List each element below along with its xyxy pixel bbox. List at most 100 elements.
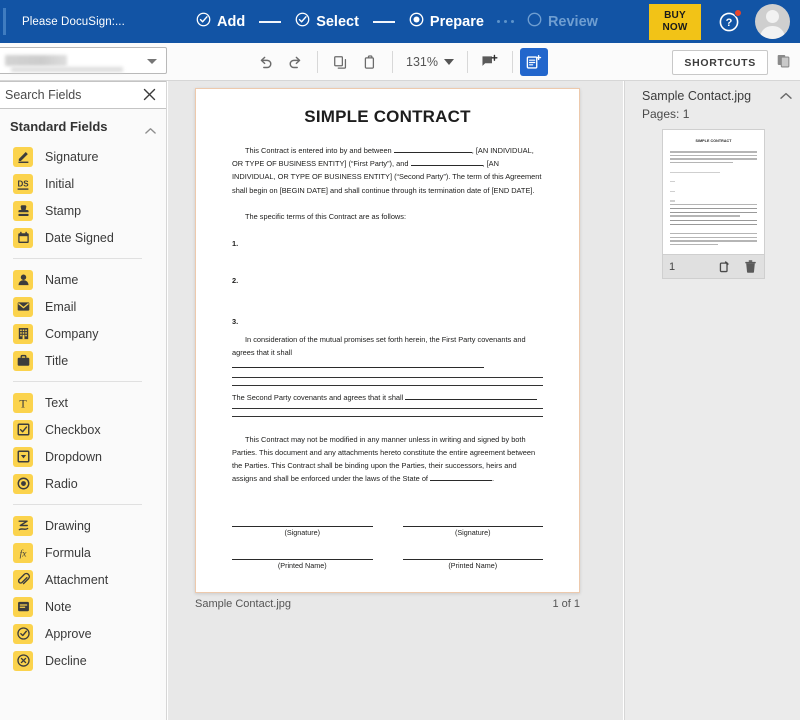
field-item-dropdown[interactable]: Dropdown xyxy=(0,443,155,470)
printed-name-caption: (Printed Name) xyxy=(277,560,327,570)
step-add[interactable]: Add xyxy=(196,12,245,31)
field-group-divider xyxy=(13,381,142,382)
field-item-drawing[interactable]: Drawing xyxy=(0,512,155,539)
search-input[interactable] xyxy=(5,88,135,102)
thumbnail-panel: Sample Contact.jpg Pages: 1 SIMPLE CONTR… xyxy=(624,81,800,720)
step-connector-2 xyxy=(372,20,395,23)
copy-button[interactable] xyxy=(325,47,355,77)
second-party-text: The Second Party covenants and agrees th… xyxy=(232,392,404,402)
check-circle-icon xyxy=(196,12,211,31)
step-review[interactable]: Review xyxy=(527,12,598,31)
building-icon xyxy=(13,323,33,344)
page-thumbnail[interactable]: SIMPLE CONTRACT xyxy=(662,129,765,255)
field-item-formula[interactable]: fx Formula xyxy=(0,539,155,566)
address-line xyxy=(232,582,373,592)
field-item-text[interactable]: T Text xyxy=(0,389,155,416)
text-t-icon: T xyxy=(13,392,33,413)
person-icon xyxy=(13,269,33,290)
recipient-name-redacted xyxy=(5,55,67,66)
field-item-attachment[interactable]: Attachment xyxy=(0,566,155,593)
close-icon[interactable] xyxy=(143,88,156,106)
avatar[interactable] xyxy=(755,4,790,39)
zoom-dropdown[interactable]: 131% xyxy=(400,55,460,69)
chevron-up-icon[interactable] xyxy=(780,87,792,105)
chevron-down-icon xyxy=(443,59,454,65)
blank-line xyxy=(410,165,483,167)
field-item-note[interactable]: Note xyxy=(0,593,155,620)
document-content: SIMPLE CONTRACT This Contract is entered… xyxy=(204,93,571,592)
field-item-stamp[interactable]: Stamp xyxy=(0,197,155,224)
printed-name-line xyxy=(232,549,373,560)
address-line xyxy=(402,582,543,592)
field-item-title[interactable]: Title xyxy=(0,347,155,374)
step-select[interactable]: Select xyxy=(295,12,359,31)
para1-a: This Contract is entered into by and bet… xyxy=(245,146,392,155)
field-item-initial[interactable]: DS Initial xyxy=(0,170,155,197)
field-label: Title xyxy=(45,353,69,368)
editor-toolbar: 131% SHORTCUTS xyxy=(0,43,800,81)
field-item-approve[interactable]: Approve xyxy=(0,620,155,647)
calendar-icon xyxy=(13,227,33,248)
printed-name-caption: (Printed Name) xyxy=(448,560,498,570)
signature-row: (Signature) (Signature) xyxy=(232,516,543,537)
shortcuts-button[interactable]: SHORTCUTS xyxy=(672,50,768,75)
add-comment-button[interactable] xyxy=(475,47,505,77)
address-col-right: (Address) xyxy=(402,582,543,592)
undo-button[interactable] xyxy=(250,47,280,77)
step-prepare[interactable]: Prepare xyxy=(409,12,484,31)
field-label: Initial xyxy=(45,176,75,191)
field-item-checkbox[interactable]: Checkbox xyxy=(0,416,155,443)
envelope-title: Please DocuSign:... xyxy=(22,15,125,28)
redo-button[interactable] xyxy=(280,47,310,77)
drawing-icon xyxy=(13,515,33,536)
thumbnail-preview: SIMPLE CONTRACT xyxy=(663,130,764,254)
paperclip-icon xyxy=(13,569,33,590)
step-indicator: Add Select Prepare Review xyxy=(196,0,598,43)
document-canvas[interactable]: SIMPLE CONTRACT This Contract is entered… xyxy=(168,81,623,720)
field-item-decline[interactable]: Decline xyxy=(0,647,155,674)
field-item-radio[interactable]: Radio xyxy=(0,470,155,497)
step-prepare-label: Prepare xyxy=(429,13,484,30)
address-col-left: (Address) xyxy=(232,582,373,592)
term-item-2: 2. xyxy=(232,276,239,286)
app-header: Please DocuSign:... Add Select Prepare R… xyxy=(0,0,800,43)
second-party-paragraph: The Second Party covenants and agrees th… xyxy=(232,391,543,404)
buy-now-button[interactable]: BUY NOW xyxy=(649,4,701,40)
stamp-icon xyxy=(13,200,33,221)
toolbar-actions: 131% xyxy=(250,43,548,81)
field-label: Date Signed xyxy=(45,230,114,245)
rotate-page-icon[interactable] xyxy=(718,259,733,274)
field-group-divider xyxy=(13,258,142,259)
shortcuts-label: SHORTCUTS xyxy=(684,56,756,69)
printed-col-right: (Printed Name) xyxy=(402,549,543,570)
field-item-email[interactable]: Email xyxy=(0,293,155,320)
field-item-company[interactable]: Company xyxy=(0,320,155,347)
signature-line xyxy=(232,516,373,527)
svg-text:T: T xyxy=(19,396,27,410)
consideration-paragraph: In consideration of the mutual promises … xyxy=(232,333,543,373)
document-filename: Sample Contact.jpg xyxy=(195,598,291,610)
field-item-date-signed[interactable]: Date Signed xyxy=(0,224,155,251)
initial-ds-icon: DS xyxy=(13,173,33,194)
recipient-dropdown[interactable] xyxy=(0,47,167,74)
field-label: Text xyxy=(45,395,68,410)
field-item-name[interactable]: Name xyxy=(0,266,155,293)
buy-now-line2: NOW xyxy=(662,22,688,33)
add-field-button[interactable] xyxy=(519,48,548,76)
blank-line xyxy=(405,398,538,400)
thumbnail-page-number: 1 xyxy=(669,260,676,273)
thumbnail-file-name: Sample Contact.jpg xyxy=(642,89,752,103)
chevron-up-icon[interactable] xyxy=(145,122,156,140)
field-label: Radio xyxy=(45,476,78,491)
field-label: Checkbox xyxy=(45,422,101,437)
panel-toggle-button[interactable] xyxy=(772,51,796,75)
step-add-label: Add xyxy=(217,13,246,30)
field-item-signature[interactable]: Signature xyxy=(0,143,155,170)
thumbnail-header: Sample Contact.jpg xyxy=(642,87,792,105)
avatar-body xyxy=(760,26,785,39)
paste-button[interactable] xyxy=(355,47,385,77)
contract-paragraph-1: This Contract is entered into by and bet… xyxy=(232,144,543,197)
delete-page-icon[interactable] xyxy=(743,259,758,274)
help-button[interactable]: ? xyxy=(718,9,742,33)
document-page[interactable]: SIMPLE CONTRACT This Contract is entered… xyxy=(195,88,580,593)
